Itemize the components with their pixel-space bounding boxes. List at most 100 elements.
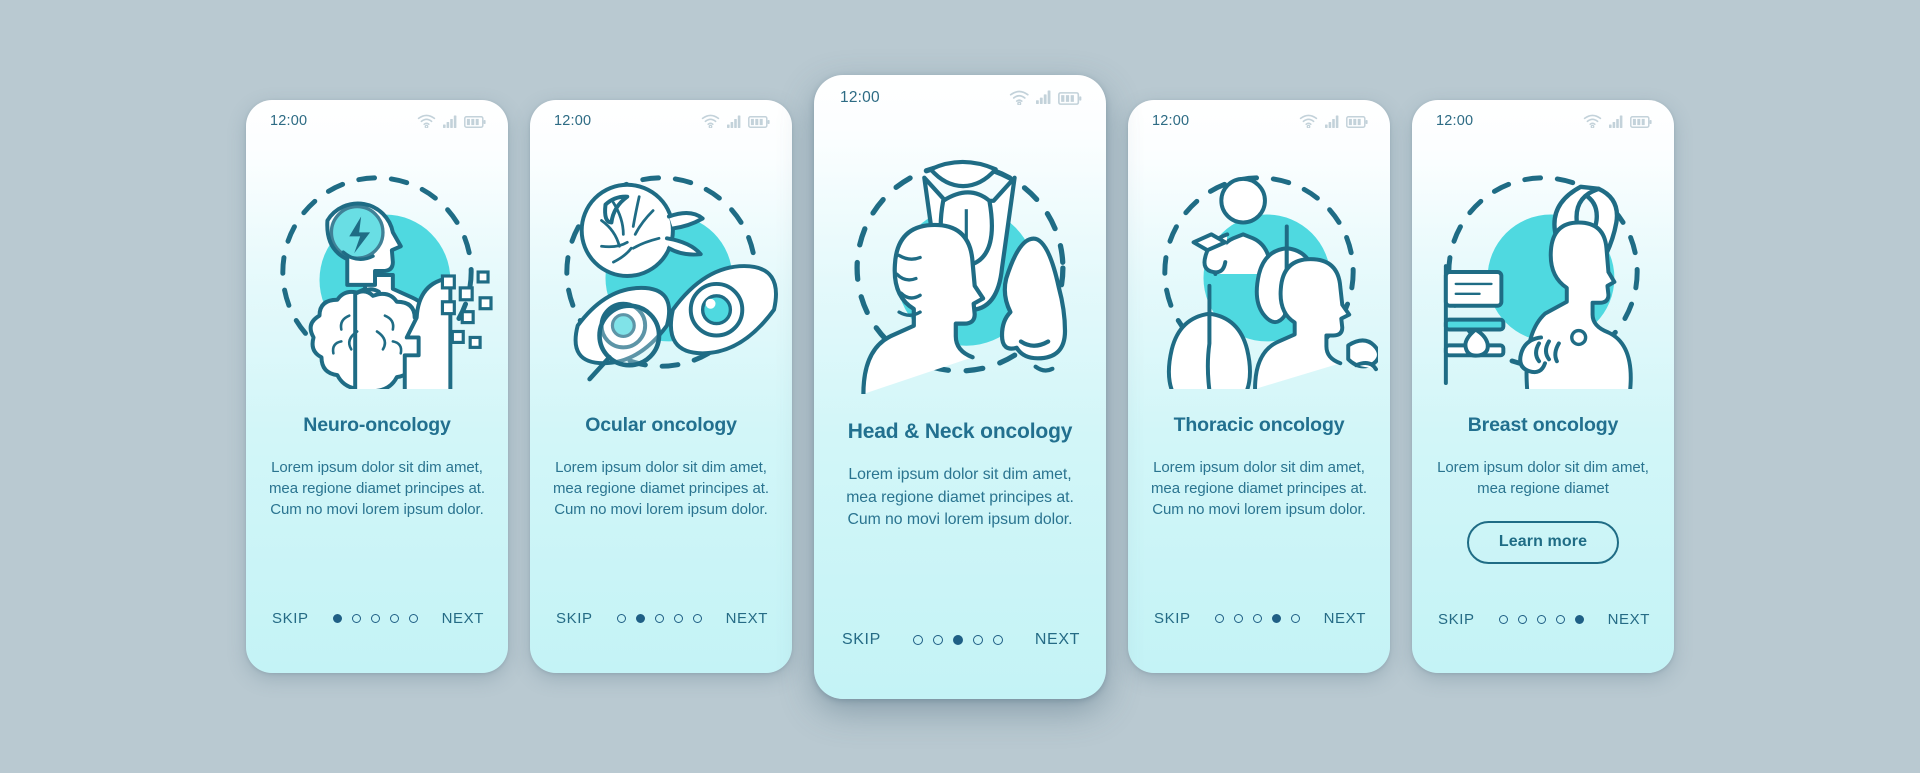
head-neck-oncology-illustration <box>814 121 1106 411</box>
skip-button[interactable]: SKIP <box>842 631 881 649</box>
card-title: Thoracic oncology <box>1173 414 1345 436</box>
pagination-dot-4[interactable] <box>673 613 683 623</box>
phone-card-neuro-oncology: 12:00 Neuro-oncology Lorem ipsum dolor s… <box>246 100 508 673</box>
status-clock: 12:00 <box>270 113 308 129</box>
phone-card-breast-oncology: 12:00 Breast oncology Lorem ipsum dolor … <box>1412 100 1674 673</box>
battery-icon <box>748 116 770 128</box>
breast-oncology-illustration <box>1412 142 1674 404</box>
phone-card-row: 12:00 Neuro-oncology Lorem ipsum dolor s… <box>0 0 1920 773</box>
card-text-block: Breast oncology Lorem ipsum dolor sit dim… <box>1412 404 1674 565</box>
cellular-signal-icon <box>1609 115 1623 129</box>
card-bottom-nav: SKIP NEXT <box>814 581 1106 699</box>
status-system-icons <box>417 114 486 128</box>
card-title: Breast oncology <box>1467 414 1619 436</box>
card-description: Lorem ipsum dolor sit dim amet, mea regi… <box>552 458 770 519</box>
pagination-dot-5[interactable] <box>408 613 418 623</box>
status-clock: 12:00 <box>1436 113 1474 129</box>
pagination-dots <box>912 634 1003 645</box>
status-clock: 12:00 <box>554 113 592 129</box>
card-text-block: Neuro-oncology Lorem ipsum dolor sit dim … <box>246 404 508 521</box>
card-bottom-nav: SKIP NEXT <box>246 563 508 673</box>
pagination-dot-3[interactable] <box>370 613 380 623</box>
cellular-signal-icon <box>1325 115 1339 129</box>
pagination-dot-5[interactable] <box>692 613 702 623</box>
pagination-dot-5[interactable] <box>992 634 1003 645</box>
pagination-dots <box>1214 613 1300 623</box>
pagination-dot-1[interactable] <box>1498 614 1508 624</box>
pagination-dot-4[interactable] <box>1555 614 1565 624</box>
card-text-block: Head & Neck oncology Lorem ipsum dolor si… <box>814 411 1106 532</box>
card-bottom-nav: SKIP NEXT <box>1128 563 1390 673</box>
battery-icon <box>464 116 486 128</box>
pagination-dot-2[interactable] <box>351 613 361 623</box>
skip-button[interactable]: SKIP <box>556 610 593 627</box>
pagination-dots <box>332 613 418 623</box>
next-button[interactable]: NEXT <box>442 610 484 627</box>
wifi-icon <box>701 114 720 128</box>
cellular-signal-icon <box>443 115 457 129</box>
battery-icon <box>1630 116 1652 128</box>
status-system-icons <box>1009 90 1082 106</box>
pagination-dot-2[interactable] <box>932 634 943 645</box>
skip-button[interactable]: SKIP <box>1438 611 1475 628</box>
status-system-icons <box>1583 114 1652 128</box>
next-button[interactable]: NEXT <box>726 610 768 627</box>
pagination-dot-3[interactable] <box>1536 614 1546 624</box>
cellular-signal-icon <box>1036 90 1051 105</box>
card-description: Lorem ipsum dolor sit dim amet, mea regi… <box>846 466 1074 529</box>
status-bar: 12:00 <box>814 75 1106 121</box>
phone-card-ocular-oncology: 12:00 Ocular oncology Lorem ipsum dolor … <box>530 100 792 673</box>
battery-icon <box>1346 116 1368 128</box>
neuro-oncology-illustration <box>246 142 508 404</box>
card-description: Lorem ipsum dolor sit dim amet, mea regi… <box>268 458 486 519</box>
ocular-oncology-illustration <box>530 142 792 404</box>
status-bar: 12:00 <box>246 100 508 142</box>
pagination-dots <box>1498 614 1584 624</box>
next-button[interactable]: NEXT <box>1035 631 1080 649</box>
next-button[interactable]: NEXT <box>1324 610 1366 627</box>
skip-button[interactable]: SKIP <box>1154 610 1191 627</box>
card-title: Neuro-oncology <box>303 414 451 436</box>
card-bottom-nav: SKIP NEXT <box>530 563 792 673</box>
pagination-dot-2[interactable] <box>1517 614 1527 624</box>
wifi-icon <box>1583 114 1602 128</box>
pagination-dot-4[interactable] <box>389 613 399 623</box>
thoracic-oncology-illustration <box>1128 142 1390 404</box>
next-button[interactable]: NEXT <box>1608 611 1650 628</box>
pagination-dots <box>616 613 702 623</box>
status-system-icons <box>701 114 770 128</box>
status-system-icons <box>1299 114 1368 128</box>
battery-icon <box>1058 92 1082 105</box>
cellular-signal-icon <box>727 115 741 129</box>
pagination-dot-3-active[interactable] <box>952 634 963 645</box>
pagination-dot-5-active[interactable] <box>1574 614 1584 624</box>
pagination-dot-1[interactable] <box>1214 613 1224 623</box>
card-text-block: Ocular oncology Lorem ipsum dolor sit dim… <box>530 404 792 521</box>
card-title: Head & Neck oncology <box>847 419 1073 443</box>
status-bar: 12:00 <box>530 100 792 142</box>
pagination-dot-5[interactable] <box>1290 613 1300 623</box>
card-description: Lorem ipsum dolor sit dim amet, mea regi… <box>1437 458 1649 497</box>
status-bar: 12:00 <box>1128 100 1390 142</box>
card-title: Ocular oncology <box>585 414 737 436</box>
learn-more-button[interactable]: Learn more <box>1466 521 1620 565</box>
skip-button[interactable]: SKIP <box>272 610 309 627</box>
pagination-dot-1-active[interactable] <box>332 613 342 623</box>
card-description: Lorem ipsum dolor sit dim amet, mea regi… <box>1150 458 1368 519</box>
pagination-dot-1[interactable] <box>912 634 923 645</box>
phone-card-thoracic-oncology: 12:00 Thoracic oncology Lorem ipsum dolo… <box>1128 100 1390 673</box>
status-clock: 12:00 <box>840 88 880 106</box>
pagination-dot-2[interactable] <box>1233 613 1243 623</box>
pagination-dot-2-active[interactable] <box>635 613 645 623</box>
card-text-block: Thoracic oncology Lorem ipsum dolor sit d… <box>1128 404 1390 521</box>
pagination-dot-4[interactable] <box>972 634 983 645</box>
wifi-icon <box>417 114 436 128</box>
learn-more-wrap: Learn more <box>1434 521 1652 565</box>
wifi-icon <box>1009 90 1030 106</box>
pagination-dot-1[interactable] <box>616 613 626 623</box>
status-bar: 12:00 <box>1412 100 1674 142</box>
pagination-dot-3[interactable] <box>1252 613 1262 623</box>
pagination-dot-3[interactable] <box>654 613 664 623</box>
pagination-dot-4-active[interactable] <box>1271 613 1281 623</box>
onboarding-screens-stage: 12:00 Neuro-oncology Lorem ipsum dolor s… <box>0 0 1920 773</box>
